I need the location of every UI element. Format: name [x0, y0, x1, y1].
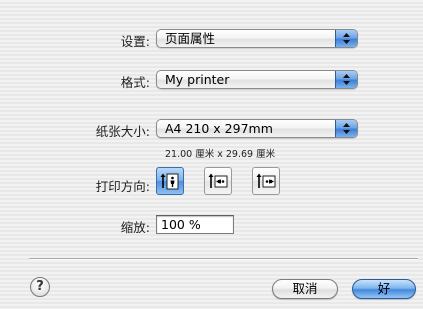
settings-popup-value: 页面属性 — [165, 31, 216, 46]
format-popup[interactable]: My printer — [156, 70, 358, 89]
help-button[interactable]: ? — [30, 277, 50, 297]
cancel-button[interactable]: 取消 — [272, 279, 338, 299]
scale-input[interactable] — [156, 215, 234, 234]
orientation-portrait-button[interactable] — [156, 167, 184, 195]
landscape-left-orientation-icon — [208, 173, 228, 188]
settings-label: 设置: — [120, 34, 150, 49]
paper-size-popup-value: A4 210 x 297mm — [165, 121, 273, 136]
orientation-label: 打印方向: — [95, 179, 150, 194]
paper-size-detail: 21.00 厘米 x 29.69 厘米 — [165, 149, 276, 160]
paper-size-popup[interactable]: A4 210 x 297mm — [156, 119, 358, 138]
paper-size-label: 纸张大小: — [95, 124, 150, 139]
format-popup-value: My printer — [165, 72, 230, 87]
orientation-landscape-left-button[interactable] — [204, 167, 232, 195]
updown-arrows-icon — [335, 120, 357, 137]
landscape-right-orientation-icon — [256, 173, 276, 188]
scale-label: 缩放: — [120, 220, 150, 235]
portrait-orientation-icon — [160, 173, 179, 190]
settings-popup[interactable]: 页面属性 — [156, 29, 358, 48]
separator — [29, 258, 418, 260]
updown-arrows-icon — [335, 71, 357, 88]
orientation-landscape-right-button[interactable] — [252, 167, 280, 195]
format-label: 格式: — [120, 75, 150, 90]
updown-arrows-icon — [335, 30, 357, 47]
ok-button[interactable]: 好 — [352, 279, 416, 299]
